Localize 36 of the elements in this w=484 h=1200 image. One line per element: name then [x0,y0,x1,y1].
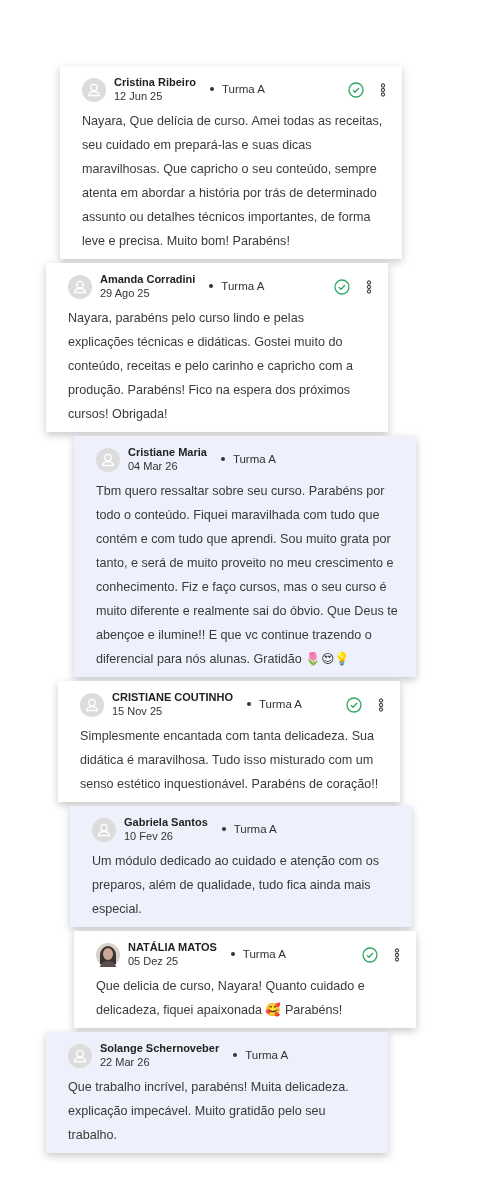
author-name: CRISTIANE COUTINHO [112,691,233,704]
review-date: 22 Mar 26 [100,1055,151,1069]
author-name: Gabriela Santos [124,816,208,829]
review-text: Nayara, parabéns pelo curso lindo e pelas explicações técnicas e didáticas. Gostei muito do conteúdo, receitas e pelo carinho e capricho com a produção. Parabéns! Fico na espera dos próximos cursos! Obrigada! [68,310,354,423]
more-options-icon[interactable] [366,279,372,294]
author-name: Solange Schernoveber [100,1042,220,1055]
more-options-icon[interactable] [380,82,386,97]
review-date: 15 Nov 25 [112,704,164,718]
class-label: Turma A [215,820,277,839]
class-label: Turma A [203,277,265,296]
class-label: Turma A [227,1046,289,1065]
review-date: 29 Ago 25 [100,286,151,300]
check-circle-icon[interactable] [334,278,350,295]
review-date: 12 Jun 25 [114,89,164,103]
check-circle-icon[interactable] [346,696,362,713]
author-name: Amanda Corradini [100,273,196,286]
class-label: Turma A [224,945,286,964]
author-name: Cristiane Maria [128,446,207,459]
review-text: Tbm quero ressaltar sobre seu curso. Parabéns por todo o conteúdo. Fiquei maravilhada com tudo que contém e com tudo que aprendi. Sou muito grata por tanto, e será de muito proveito no meu crescimento e conhecimento. Fiz e faço cursos, mas o seu curso é muito diferente e realmente sai do óbvio. Que Deus te abençoe e ilumine!! E que vc continue trazendo o diferencial para nós alunas. Gratidão 🌷😍💡 [96,483,399,668]
check-circle-icon[interactable] [362,946,378,963]
review-date: 10 Fev 26 [124,829,174,843]
author-name: Cristina Ribeiro [114,76,196,89]
review-text: Nayara, Que delícia de curso. Amei todas as receitas, seu cuidado em prepará-las e suas dicas maravilhosas. Que capricho o seu conteúdo, sempre atenta em abordar a história por trás de determinado assunto ou detalhes técnicos importantes, de forma leve e precisa. Muito bom! Parabéns! [82,113,384,250]
review-text: Que trabalho incrível, parabéns! Muita delicadeza. explicação impecável. Muito gratidão pelo seu trabalho. [68,1079,350,1144]
more-options-icon[interactable] [378,697,384,712]
review-date: 05 Dez 25 [128,954,180,968]
review-text: Simplesmente encantada com tanta delicadeza. Sua didática é maravilhosa. Tudo isso misturado com um senso estético inquestionável. Parabéns de coração!! [80,728,380,793]
class-label: Turma A [203,80,265,99]
review-text: Que delicia de curso, Nayara! Quanto cuidado e delicadeza, fiquei apaixonada 🥰 Parabéns! [96,978,366,1019]
class-label: Turma A [241,695,303,714]
review-text: Um módulo dedicado ao cuidado e atenção com os preparos, além de qualidade, tudo fica ainda mais especial. [92,853,381,918]
class-label: Turma A [214,450,276,469]
author-name: NATÁLIA MATOS [128,941,217,954]
check-circle-icon[interactable] [348,81,364,98]
review-date: 04 Mar 26 [128,459,179,473]
more-options-icon[interactable] [394,947,400,962]
